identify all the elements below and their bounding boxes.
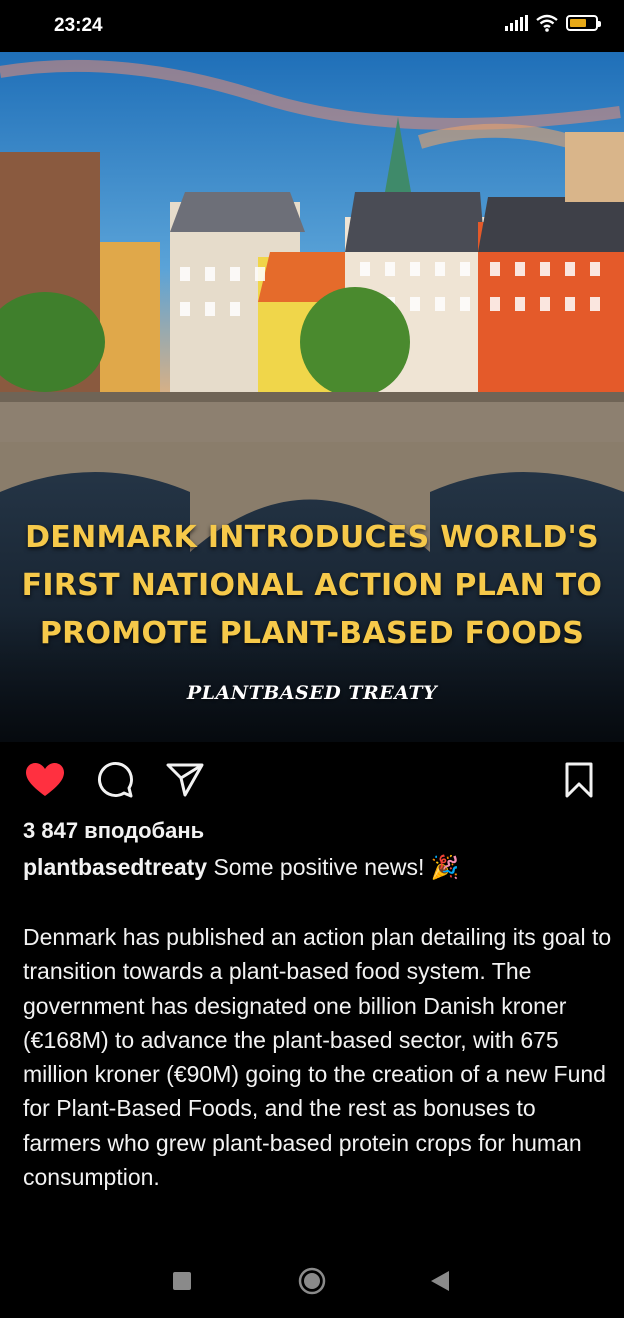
headline-line: FIRST NATIONAL ACTION PLAN TO bbox=[21, 568, 603, 603]
bookmark-button[interactable] bbox=[559, 760, 599, 800]
headline-line: DENMARK INTRODUCES WORLD'S bbox=[25, 520, 599, 555]
system-nav-bar bbox=[0, 1240, 624, 1318]
battery-icon bbox=[566, 15, 601, 31]
battery-level bbox=[570, 19, 587, 27]
share-icon bbox=[166, 763, 204, 797]
caption-username[interactable]: plantbasedtreaty bbox=[23, 854, 207, 880]
caption-first-line: plantbasedtreaty Some positive news! 🎉 bbox=[23, 854, 459, 881]
status-bar: 23:24 bbox=[0, 0, 624, 52]
likes-count[interactable]: 3 847 вподобань bbox=[23, 818, 204, 844]
brand-logo: PLANTBASED TREATY bbox=[186, 682, 438, 704]
heart-icon bbox=[26, 763, 64, 796]
post-actions bbox=[0, 742, 624, 816]
circle-icon bbox=[298, 1267, 326, 1295]
caption-text: Some positive news! 🎉 bbox=[213, 854, 460, 880]
triangle-back-icon bbox=[431, 1271, 449, 1291]
caption-body: Denmark has published an action plan det… bbox=[23, 924, 612, 1191]
status-icons bbox=[505, 14, 601, 32]
home-button[interactable] bbox=[297, 1266, 327, 1296]
recents-button[interactable] bbox=[167, 1266, 197, 1296]
comment-icon bbox=[98, 762, 133, 798]
headline-line: PROMOTE PLANT-BASED FOODS bbox=[39, 616, 585, 651]
post-image[interactable]: DENMARK INTRODUCES WORLD'S FIRST NATIONA… bbox=[0, 52, 624, 742]
share-button[interactable] bbox=[165, 760, 205, 800]
back-button[interactable] bbox=[425, 1266, 455, 1296]
wifi-icon bbox=[536, 14, 558, 32]
like-button[interactable] bbox=[25, 760, 65, 800]
signal-icon bbox=[505, 15, 528, 31]
bookmark-icon bbox=[565, 762, 593, 798]
post-headline: DENMARK INTRODUCES WORLD'S FIRST NATIONA… bbox=[0, 514, 624, 658]
square-icon bbox=[173, 1272, 191, 1290]
comment-button[interactable] bbox=[95, 760, 135, 800]
status-time: 23:24 bbox=[54, 15, 103, 36]
